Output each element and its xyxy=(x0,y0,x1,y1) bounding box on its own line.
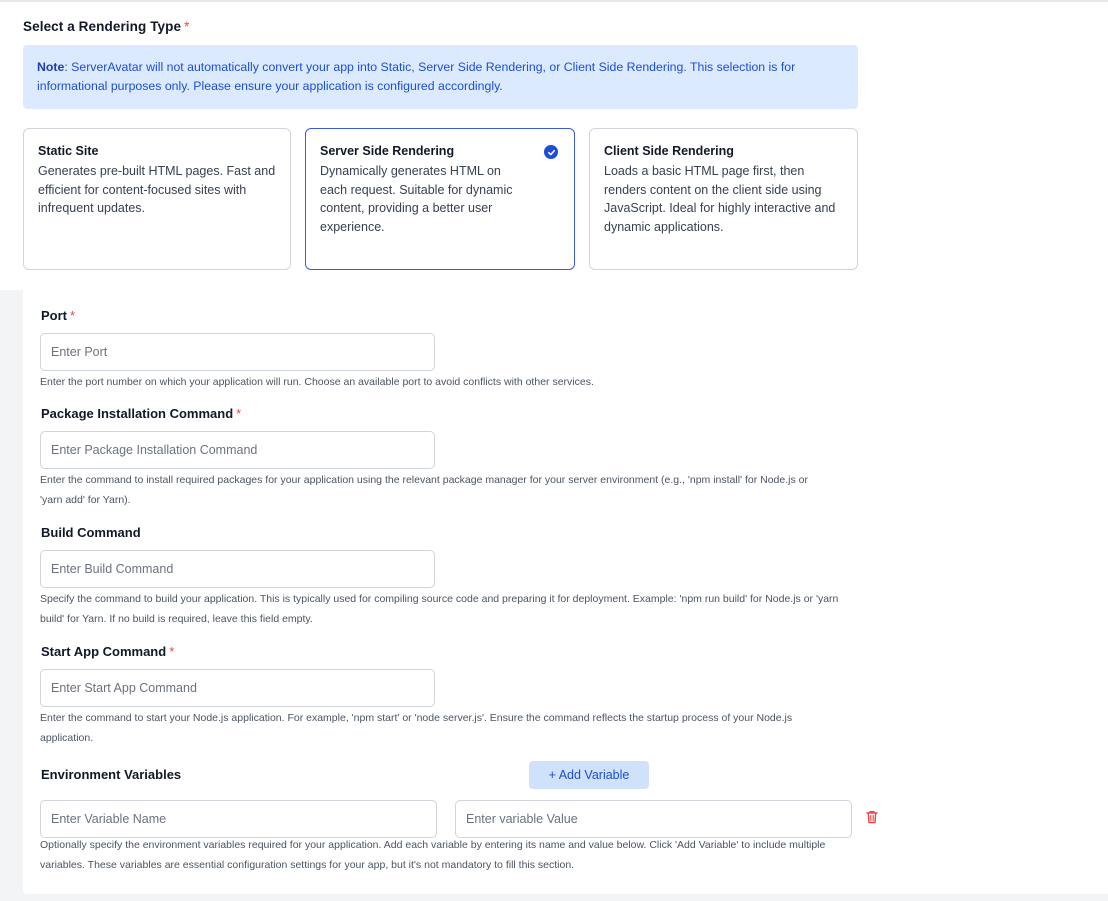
build-command-label-text: Build Command xyxy=(41,525,141,540)
note-text: : ServerAvatar will not automatically co… xyxy=(37,60,796,93)
port-label: Port * xyxy=(41,308,75,323)
package-command-help-text: Enter the command to install required pa… xyxy=(40,474,808,506)
env-variable-value-input[interactable] xyxy=(455,800,852,838)
required-mark: * xyxy=(184,19,190,34)
port-label-text: Port xyxy=(41,308,67,323)
check-circle-icon xyxy=(544,145,558,159)
option-server-side-rendering[interactable]: Server Side Rendering Dynamically genera… xyxy=(305,128,575,270)
rendering-type-title: Select a Rendering Type * xyxy=(23,19,189,34)
option-title: Client Side Rendering xyxy=(604,144,734,158)
required-mark: * xyxy=(169,644,175,659)
start-command-label-text: Start App Command xyxy=(41,644,167,659)
option-description: Generates pre-built HTML pages. Fast and… xyxy=(38,164,276,215)
option-title: Static Site xyxy=(38,144,99,158)
required-mark: * xyxy=(236,406,242,421)
delete-variable-button[interactable] xyxy=(864,809,880,825)
top-divider xyxy=(0,0,1108,2)
env-variables-help-text: Optionally specify the environment varia… xyxy=(40,839,826,871)
build-command-help-text: Specify the command to build your applic… xyxy=(40,593,839,625)
option-static-site[interactable]: Static Site Generates pre-built HTML pag… xyxy=(23,128,291,270)
package-command-input[interactable] xyxy=(40,431,435,469)
build-command-input[interactable] xyxy=(40,550,435,588)
note-label: Note xyxy=(37,60,65,74)
env-variables-label: Environment Variables xyxy=(41,767,181,782)
build-command-label: Build Command xyxy=(41,525,141,540)
option-client-side-rendering[interactable]: Client Side Rendering Loads a basic HTML… xyxy=(589,128,858,270)
option-title: Server Side Rendering xyxy=(320,144,455,158)
port-input[interactable] xyxy=(40,333,435,371)
info-note: Note: ServerAvatar will not automaticall… xyxy=(23,45,858,109)
rendering-type-title-text: Select a Rendering Type xyxy=(23,19,182,34)
env-variables-label-text: Environment Variables xyxy=(41,767,182,782)
option-description: Dynamically generates HTML on each reque… xyxy=(320,164,513,234)
add-variable-button[interactable]: + Add Variable xyxy=(529,761,649,789)
start-command-label: Start App Command * xyxy=(41,644,174,659)
start-command-input[interactable] xyxy=(40,669,435,707)
required-mark: * xyxy=(70,308,76,323)
port-help-text: Enter the port number on which your appl… xyxy=(40,376,594,388)
package-command-label-text: Package Installation Command xyxy=(41,406,234,421)
option-description: Loads a basic HTML page first, then rend… xyxy=(604,164,836,234)
env-variable-name-input[interactable] xyxy=(40,800,437,838)
start-command-help-text: Enter the command to start your Node.js … xyxy=(40,712,793,744)
package-command-label: Package Installation Command * xyxy=(41,406,241,421)
trash-icon xyxy=(866,810,878,824)
